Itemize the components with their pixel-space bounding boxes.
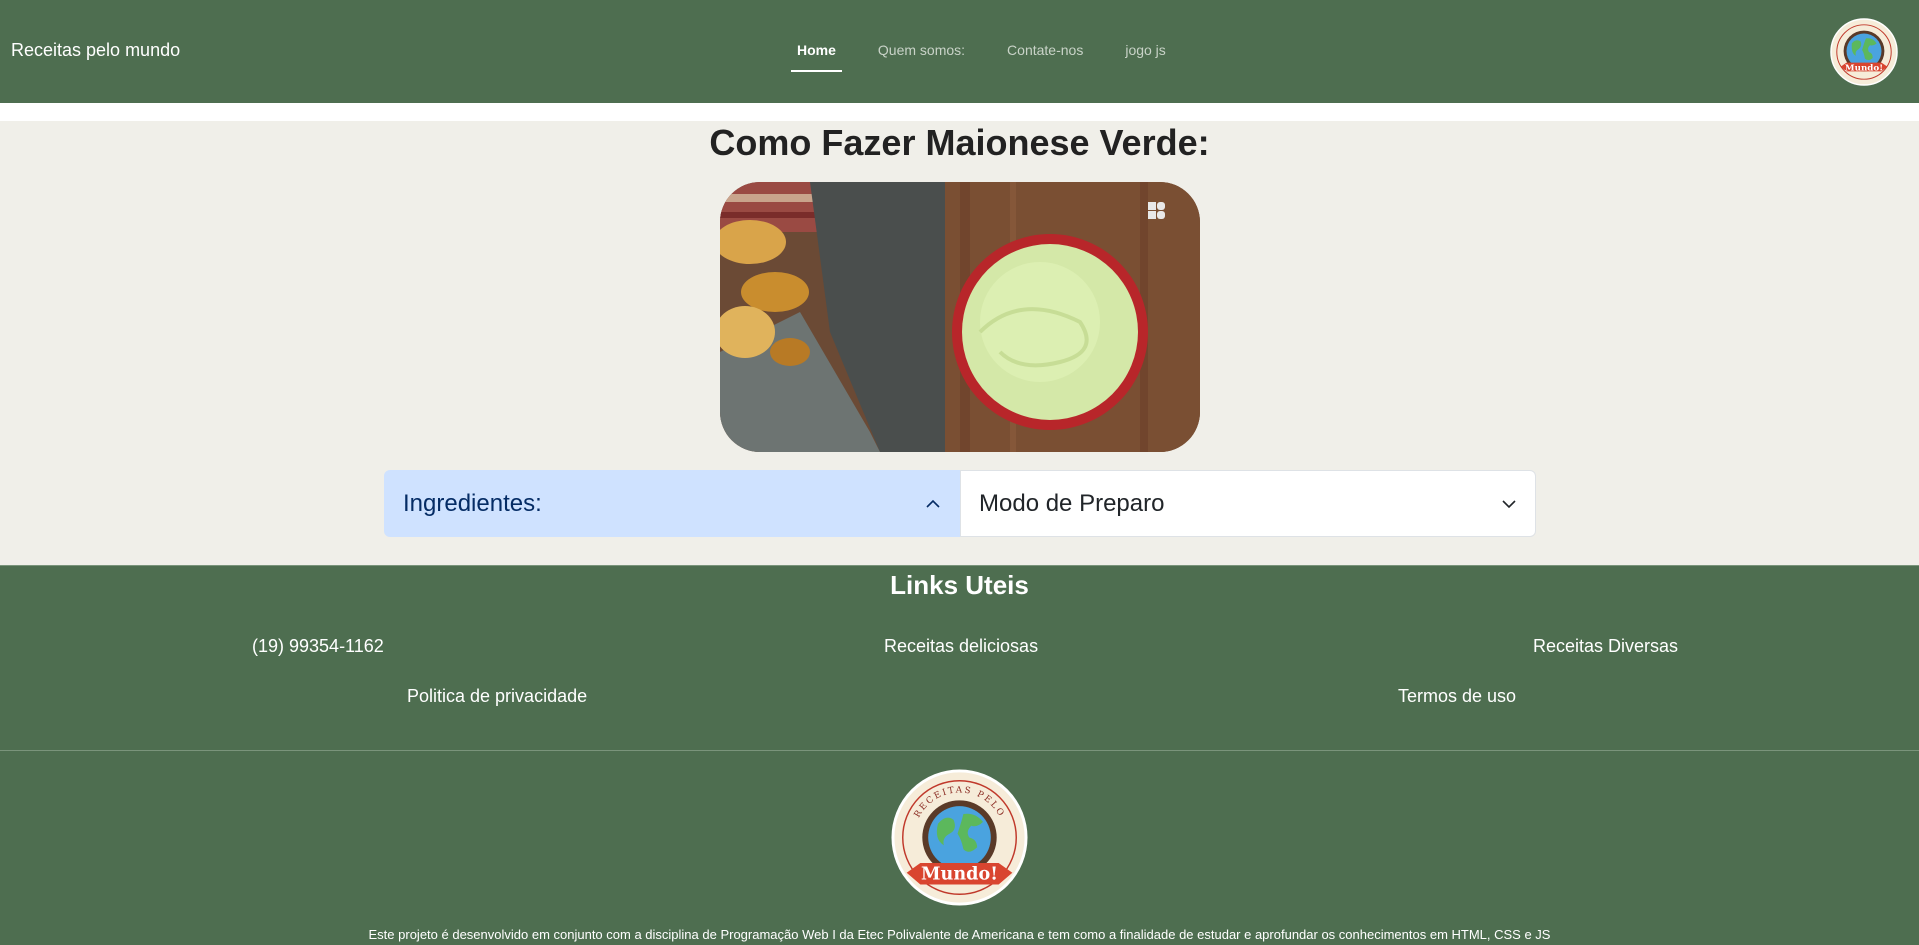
footer-link-receitas-deliciosas[interactable]: Receitas deliciosas [884, 636, 1038, 657]
accordion-modo-de-preparo-label: Modo de Preparo [979, 489, 1165, 517]
accordion-modo-de-preparo[interactable]: Modo de Preparo [960, 470, 1536, 537]
brand-link[interactable]: Receitas pelo mundo [11, 40, 180, 61]
maionese-verde-image [720, 182, 1200, 452]
footer-link-phone[interactable]: (19) 99354-1162 [252, 636, 384, 657]
nav-jogo-js[interactable]: jogo js [1125, 40, 1165, 60]
footer-link-termos-de-uso[interactable]: Termos de uso [1398, 686, 1516, 707]
chevron-down-icon [1502, 499, 1516, 508]
footer-link-politica-privacidade[interactable]: Politica de privacidade [407, 686, 587, 707]
accordion-ingredientes[interactable]: Ingredientes: [384, 470, 960, 537]
recipe-accordion: Ingredientes: Modo de Preparo [384, 470, 1536, 537]
svg-text:Mundo!: Mundo! [921, 864, 998, 885]
nav-contate-nos[interactable]: Contate-nos [1007, 40, 1083, 60]
svg-text:Mundo!: Mundo! [1845, 63, 1883, 73]
footer-credit: Este projeto é desenvolvido em conjunto … [368, 927, 1551, 942]
page-title: Como Fazer Maionese Verde: [709, 122, 1210, 163]
site-logo-icon[interactable]: Mundo! [1830, 18, 1898, 86]
nav-quem-somos[interactable]: Quem somos: [878, 40, 965, 60]
navbar: Receitas pelo mundo Home Quem somos: Con… [0, 0, 1919, 103]
footer-divider [0, 750, 1919, 751]
footer-link-receitas-diversas[interactable]: Receitas Diversas [1533, 636, 1678, 657]
header-divider [0, 103, 1919, 121]
footer: Links Uteis (19) 99354-1162 Receitas del… [0, 565, 1919, 945]
nav-home[interactable]: Home [791, 40, 842, 72]
nav-links: Home Quem somos: Contate-nos jogo js [791, 40, 1166, 72]
footer-logo-icon: RECEITAS PELO Mundo! [891, 769, 1028, 906]
footer-title: Links Uteis [890, 570, 1029, 600]
accordion-ingredientes-label: Ingredientes: [403, 489, 542, 517]
chevron-up-icon [926, 499, 940, 508]
